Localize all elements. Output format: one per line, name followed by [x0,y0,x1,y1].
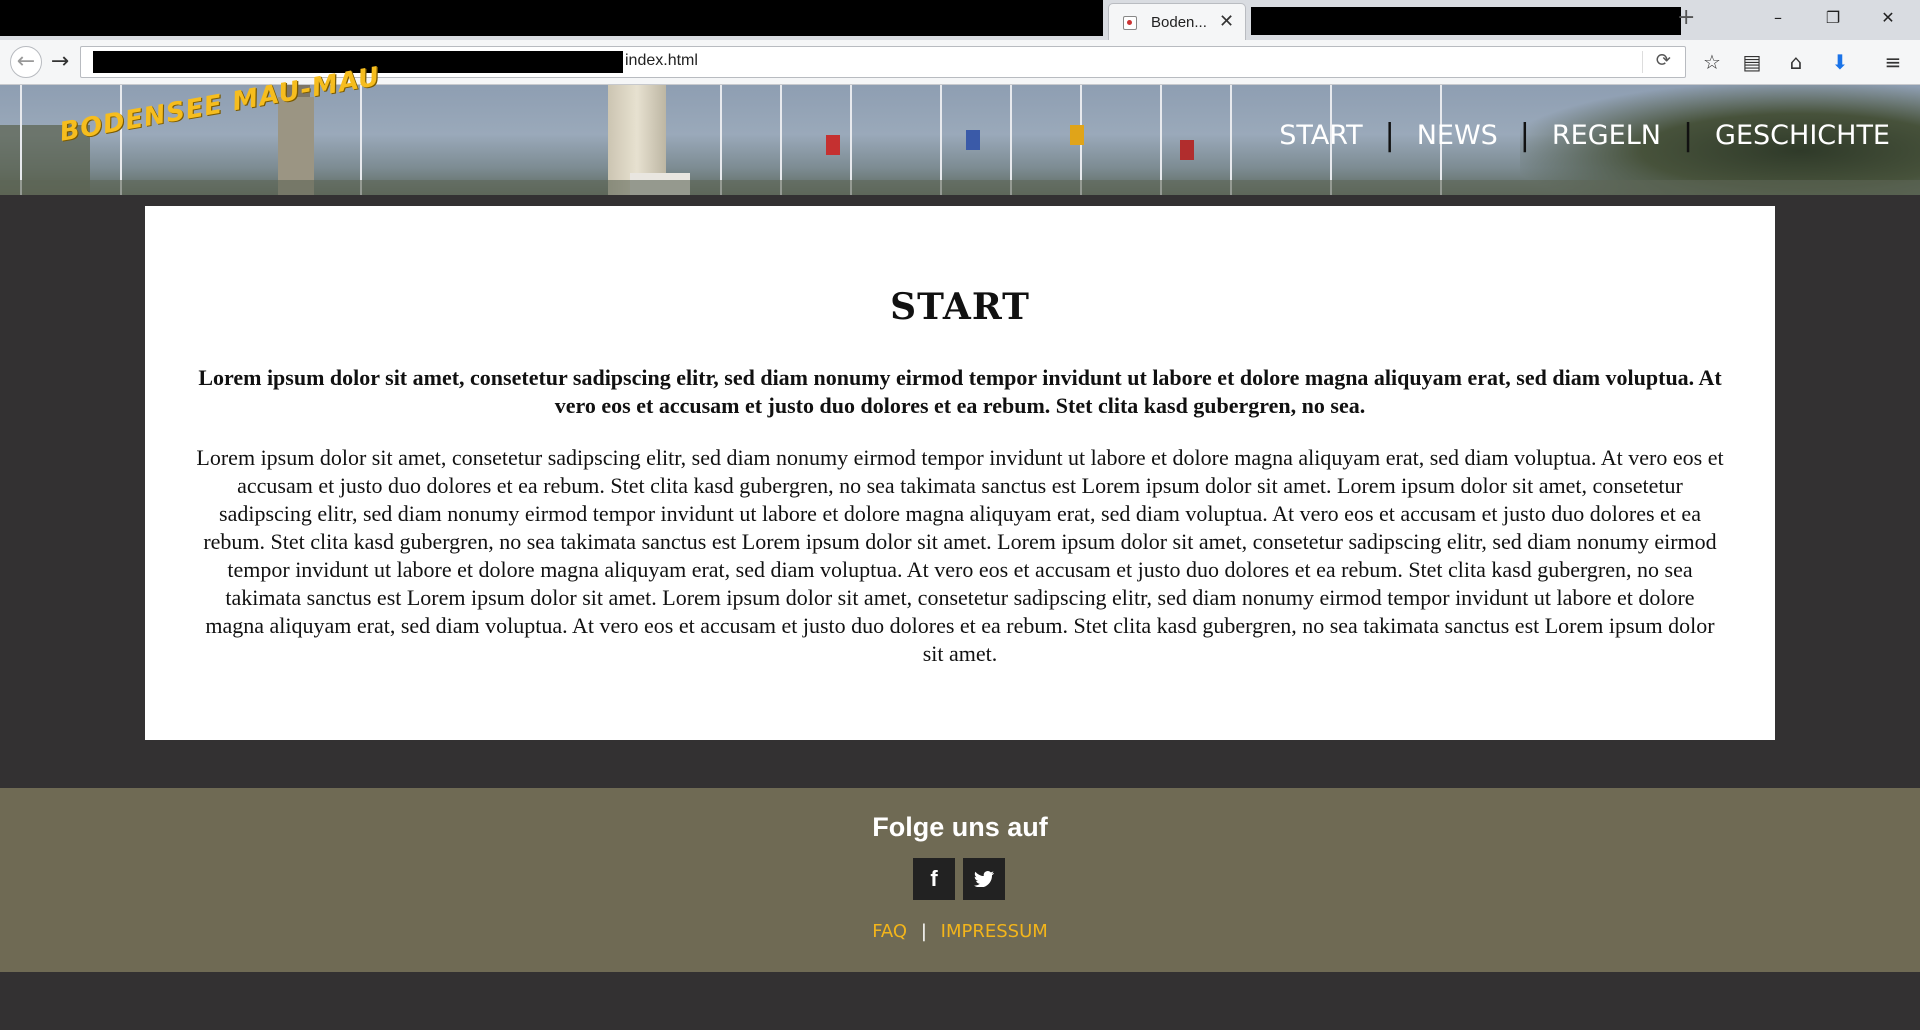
download-icon[interactable]: ⬇ [1825,48,1855,76]
banner-mast [1160,85,1162,195]
tab-title: Boden... [1151,14,1207,31]
body-paragraph: Lorem ipsum dolor sit amet, consetetur s… [196,445,1724,666]
banner-mast [720,85,722,195]
facebook-icon[interactable]: f [913,858,955,900]
close-window-button[interactable]: ✕ [1865,4,1911,32]
banner-harbor [0,180,1920,195]
content-panel: START Lorem ipsum dolor sit amet, conset… [145,206,1775,740]
forward-button[interactable]: → [44,46,76,78]
tab-close-icon[interactable]: ✕ [1219,11,1234,32]
banner-mast [1230,85,1232,195]
site-footer: Folge uns auf f FAQ | IMPRESSUM [0,788,1920,972]
nav-regeln[interactable]: REGELN [1552,120,1661,151]
reload-icon[interactable]: ⟳ [1656,50,1671,71]
nav-geschichte[interactable]: GESCHICHTE [1715,120,1890,151]
reading-list-icon[interactable]: ▤ [1737,48,1767,76]
back-button[interactable]: ← [10,46,42,78]
url-text: index.html [625,52,698,69]
nav-start[interactable]: START [1279,120,1362,151]
favicon-icon [1123,16,1137,30]
bookmark-star-icon[interactable]: ☆ [1697,48,1727,76]
banner-mast [780,85,782,195]
browser-tab[interactable]: Boden... ✕ [1108,3,1246,40]
banner-mast [1010,85,1012,195]
nav-separator: | [1519,117,1530,153]
url-divider [1642,51,1643,73]
twitter-icon[interactable] [963,858,1005,900]
home-icon[interactable]: ⌂ [1781,48,1811,76]
nav-news[interactable]: NEWS [1417,120,1498,151]
banner-mast [120,85,122,195]
redacted-area [1251,7,1681,35]
banner-mast [360,85,362,195]
faq-link[interactable]: FAQ [872,921,907,942]
minimize-button[interactable]: – [1755,4,1801,32]
banner-mast [940,85,942,195]
browser-titlebar: Boden... ✕ + – ❐ ✕ [0,0,1920,40]
banner-mast [20,85,22,195]
social-links: f [913,858,1005,900]
restore-button[interactable]: ❐ [1810,4,1856,32]
nav-separator: | [1384,117,1395,153]
impressum-link[interactable]: IMPRESSUM [941,921,1048,942]
lead-paragraph: Lorem ipsum dolor sit amet, consetetur s… [198,365,1722,418]
footer-links: FAQ | IMPRESSUM [0,921,1920,942]
new-tab-button[interactable]: + [1677,5,1695,30]
footer-title: Folge uns auf [872,812,1048,842]
banner-flag [1180,140,1194,160]
banner-flag [966,130,980,150]
nav-separator: | [1682,117,1694,153]
menu-icon[interactable]: ≡ [1878,48,1908,76]
twitter-bird-icon [974,871,994,887]
banner-flag [826,135,840,155]
banner-mast [850,85,852,195]
redacted-area [0,0,1103,36]
footer-separator: | [920,921,927,942]
banner-flag [1070,125,1084,145]
page-title: START [890,286,1030,328]
site-navigation: START | NEWS | REGELN | GESCHICHTE [1250,113,1890,157]
